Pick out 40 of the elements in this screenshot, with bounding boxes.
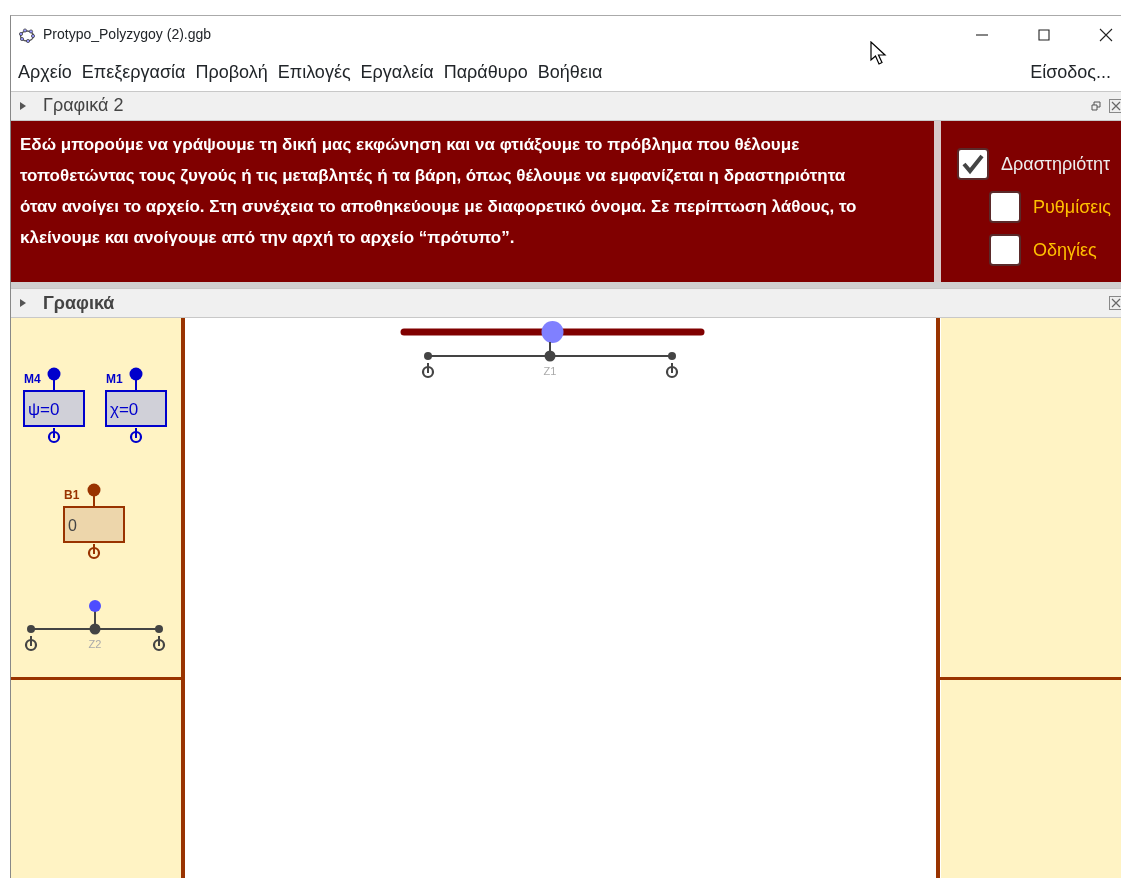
panel-title: Γραφικά [43, 291, 115, 315]
slider-track[interactable] [400, 328, 705, 336]
checkbox-label: Δραστηριότητ [1001, 152, 1111, 176]
app-logo-icon [19, 27, 35, 44]
balance-label: Z1 [543, 365, 557, 377]
slider-thumb[interactable] [541, 321, 564, 343]
weight-label: B1 [64, 488, 80, 502]
balance-label: Z2 [88, 638, 102, 650]
menu-item[interactable]: Εργαλεία [360, 58, 434, 86]
checkbox[interactable] [989, 234, 1021, 267]
disclosure-icon[interactable] [19, 298, 27, 309]
window-title: Protypo_Polyzygoy (2).ggb [43, 25, 212, 45]
menu-item[interactable]: Επεξεργασία [81, 58, 186, 86]
variable-block[interactable] [23, 367, 85, 444]
variable-label: M1 [106, 372, 123, 386]
panel-title: Γραφικά 2 [43, 94, 124, 118]
balance-drawing[interactable] [24, 600, 166, 652]
menu-item[interactable]: Προβολή [195, 58, 268, 86]
login-link[interactable]: Είσοδος... [1030, 58, 1111, 86]
mouse-cursor-icon [870, 41, 887, 65]
checkbox[interactable] [989, 191, 1021, 224]
menu-item[interactable]: Επιλογές [277, 58, 351, 86]
balance-drawing[interactable] [421, 341, 679, 379]
checkbox-label: Ρυθμίσεις [1033, 195, 1112, 219]
weight-value: 0 [68, 517, 77, 534]
menu-item[interactable]: Αρχείο [18, 58, 72, 86]
close-icon[interactable] [1099, 27, 1113, 42]
weight-block[interactable] [63, 483, 125, 560]
disclosure-icon[interactable] [19, 100, 27, 111]
variable-value: ψ=0 [28, 400, 60, 419]
checkbox-label: Οδηγίες [1033, 238, 1097, 262]
maximize-icon[interactable] [1037, 27, 1051, 42]
restore-icon[interactable] [1091, 100, 1101, 111]
menu-item[interactable]: Παράθυρο [443, 58, 528, 86]
instruction-text: Εδώ μπορούμε να γράψουμε τη δική μας εκφώνηση και να φτιάξουμε το πρόβλημα που θέλουμε τοποθετώντας τους ζυγούς ή τις μεταβλητές ή τα βάρη, όπως θέλουμε να εμφανίζεται η δραστηριότητα όταν ανοίγει το αρχείο. Στη συνέχεια το αποθηκεύουμε με διαφορετικό όνομα. Σε περίπτωση λάθους, το κλείνουμε και ανοίγουμε από την αρχή το αρχείο “πρότυπο”. [19, 133, 858, 249]
menu-item[interactable]: Βοήθεια [537, 58, 603, 86]
checkbox[interactable] [957, 148, 989, 181]
variable-label: M4 [24, 372, 41, 386]
variable-value: χ=0 [110, 400, 139, 419]
variable-block[interactable] [105, 367, 167, 444]
